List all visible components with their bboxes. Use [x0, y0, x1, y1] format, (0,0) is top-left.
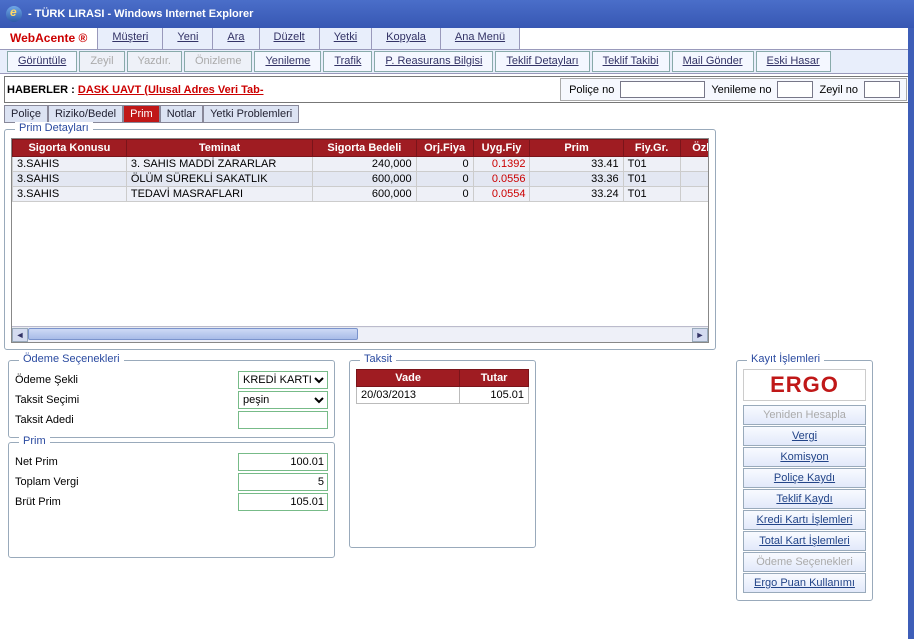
window-right-border	[908, 28, 914, 639]
taksit-col-vade: Vade	[357, 370, 460, 387]
taksit-adedi-input[interactable]	[238, 411, 328, 429]
subtab-notlar[interactable]: Notlar	[160, 105, 203, 123]
toolbar-yazd-r-: Yazdır.	[127, 51, 182, 72]
prim-table-wrap: Sigorta KonusuTeminatSigorta BedeliOrj.F…	[11, 138, 709, 343]
odeme-sekli-select[interactable]: KREDİ KARTI	[238, 371, 328, 389]
scroll-track[interactable]	[28, 328, 692, 342]
kayit-btn-teklif-kayd-[interactable]: Teklif Kaydı	[743, 489, 866, 509]
subtab-riziko-bedel[interactable]: Riziko/Bedel	[48, 105, 123, 123]
menu-ara[interactable]: Ara	[213, 28, 259, 49]
taksit-col-tutar: Tutar	[460, 370, 529, 387]
kayit-group: Kayıt İşlemleri ERGO Yeniden HesaplaVerg…	[736, 360, 873, 601]
kayit-btn-vergi[interactable]: Vergi	[743, 426, 866, 446]
brut-prim-input[interactable]	[238, 493, 328, 511]
toolbar-mail-g-nder[interactable]: Mail Gönder	[672, 51, 754, 72]
zeyil-no-input[interactable]	[864, 81, 900, 98]
news-label: HABERLER :	[7, 84, 78, 96]
menubar: WebAcente ® MüşteriYeniAraDüzeltYetkiKop…	[0, 28, 914, 50]
brand-label: WebAcente ®	[0, 28, 98, 49]
toplam-vergi-input[interactable]	[238, 473, 328, 491]
ergo-logo: ERGO	[743, 369, 866, 401]
taksit-adedi-label: Taksit Adedi	[15, 414, 135, 426]
prim-col-6: Fiy.Gr.	[623, 140, 680, 157]
kayit-btn-kredi-kart-i-lemleri[interactable]: Kredi Kartı İşlemleri	[743, 510, 866, 530]
table-row[interactable]: 3.SAHISÖLÜM SÜREKLİ SAKATLIK600,00000.05…	[13, 172, 710, 187]
yenileme-no-input[interactable]	[777, 81, 813, 98]
prim-col-7: Özl	[680, 140, 709, 157]
toolbar-teklif-detaylar-[interactable]: Teklif Detayları	[495, 51, 589, 72]
prim-group: Prim Net Prim Toplam Vergi Brüt Prim	[8, 442, 335, 558]
taksit-row[interactable]: 20/03/2013105.01	[357, 387, 529, 404]
subtab-poli-e[interactable]: Poliçe	[4, 105, 48, 123]
zeyil-no-label: Zeyil no	[817, 84, 860, 96]
police-no-input[interactable]	[620, 81, 705, 98]
toplam-vergi-label: Toplam Vergi	[15, 476, 135, 488]
info-row: HABERLER : DASK UAVT (Ulusal Adres Veri …	[4, 76, 910, 103]
net-prim-label: Net Prim	[15, 456, 135, 468]
toolbar-yenileme[interactable]: Yenileme	[254, 51, 321, 72]
taksit-table: Vade Tutar 20/03/2013105.01	[356, 369, 529, 404]
toolbar--nizleme: Önizleme	[184, 51, 252, 72]
toolbar-trafik[interactable]: Trafik	[323, 51, 372, 72]
window-title: - TÜRK LIRASI - Windows Internet Explore…	[28, 8, 253, 20]
taksit-group: Taksit Vade Tutar 20/03/2013105.01	[349, 360, 536, 548]
prim-col-5: Prim	[530, 140, 623, 157]
toolbar-eski-hasar[interactable]: Eski Hasar	[756, 51, 831, 72]
kayit-btn--deme-se-enekleri: Ödeme Seçenekleri	[743, 552, 866, 572]
scroll-right-arrow[interactable]: ►	[692, 328, 708, 342]
kayit-btn-poli-e-kayd-[interactable]: Poliçe Kaydı	[743, 468, 866, 488]
police-no-label: Poliçe no	[567, 84, 616, 96]
prim-details-legend: Prim Detayları	[15, 122, 93, 134]
menu-müşteri[interactable]: Müşteri	[98, 28, 163, 49]
toolbar-zeyil: Zeyil	[79, 51, 124, 72]
subtab-prim[interactable]: Prim	[123, 105, 160, 123]
kayit-btn-yeniden-hesapla: Yeniden Hesapla	[743, 405, 866, 425]
kayit-btn-komisyon[interactable]: Komisyon	[743, 447, 866, 467]
window-titlebar: - TÜRK LIRASI - Windows Internet Explore…	[0, 0, 914, 28]
prim-col-0: Sigorta Konusu	[13, 140, 127, 157]
h-scrollbar[interactable]: ◄ ►	[12, 326, 708, 342]
toolbar: GörüntüleZeyilYazdır.ÖnizlemeYenilemeTra…	[0, 50, 914, 74]
yenileme-no-label: Yenileme no	[709, 84, 773, 96]
lower-area: Ödeme Seçenekleri Ödeme Şekli KREDİ KART…	[4, 356, 910, 605]
toolbar-g-r-nt-le[interactable]: Görüntüle	[7, 51, 77, 72]
prim-col-4: Uyg.Fiy	[473, 140, 530, 157]
menu-ana menü[interactable]: Ana Menü	[441, 28, 520, 49]
kayit-btn-ergo-puan-kullan-m-[interactable]: Ergo Puan Kullanımı	[743, 573, 866, 593]
prim-col-3: Orj.Fiya	[416, 140, 473, 157]
prim-col-1: Teminat	[126, 140, 312, 157]
odeme-legend: Ödeme Seçenekleri	[19, 353, 124, 365]
kayit-btn-total-kart-i-lemleri[interactable]: Total Kart İşlemleri	[743, 531, 866, 551]
odeme-sekli-label: Ödeme Şekli	[15, 374, 135, 386]
kayit-legend: Kayıt İşlemleri	[747, 353, 824, 365]
taksit-secimi-select[interactable]: peşin	[238, 391, 328, 409]
subtabs: PoliçeRiziko/BedelPrimNotlarYetki Proble…	[4, 105, 910, 123]
policy-fields: Poliçe no Yenileme no Zeyil no	[560, 78, 907, 101]
table-row[interactable]: 3.SAHISTEDAVİ MASRAFLARI600,00000.055433…	[13, 187, 710, 202]
prim-details-group: Prim Detayları Sigorta KonusuTeminatSigo…	[4, 129, 716, 350]
taksit-legend: Taksit	[360, 353, 396, 365]
subtab-yetki-problemleri[interactable]: Yetki Problemleri	[203, 105, 299, 123]
scroll-left-arrow[interactable]: ◄	[12, 328, 28, 342]
scroll-thumb[interactable]	[28, 328, 358, 340]
prim-legend2: Prim	[19, 435, 50, 447]
toolbar-p-reasurans-bilgisi[interactable]: P. Reasurans Bilgisi	[374, 51, 493, 72]
menu-kopyala[interactable]: Kopyala	[372, 28, 441, 49]
net-prim-input[interactable]	[238, 453, 328, 471]
odeme-group: Ödeme Seçenekleri Ödeme Şekli KREDİ KART…	[8, 360, 335, 438]
toolbar-teklif-takibi[interactable]: Teklif Takibi	[592, 51, 670, 72]
prim-col-2: Sigorta Bedeli	[313, 140, 417, 157]
prim-table: Sigorta KonusuTeminatSigorta BedeliOrj.F…	[12, 139, 709, 202]
menu-yetki[interactable]: Yetki	[320, 28, 372, 49]
taksit-secimi-label: Taksit Seçimi	[15, 394, 135, 406]
ie-icon	[6, 6, 22, 22]
table-row[interactable]: 3.SAHIS3. SAHIS MADDİ ZARARLAR240,00000.…	[13, 157, 710, 172]
menu-düzelt[interactable]: Düzelt	[260, 28, 320, 49]
menu-yeni[interactable]: Yeni	[163, 28, 213, 49]
news-link[interactable]: DASK UAVT (Ulusal Adres Veri Tab-	[78, 84, 264, 96]
brut-prim-label: Brüt Prim	[15, 496, 135, 508]
